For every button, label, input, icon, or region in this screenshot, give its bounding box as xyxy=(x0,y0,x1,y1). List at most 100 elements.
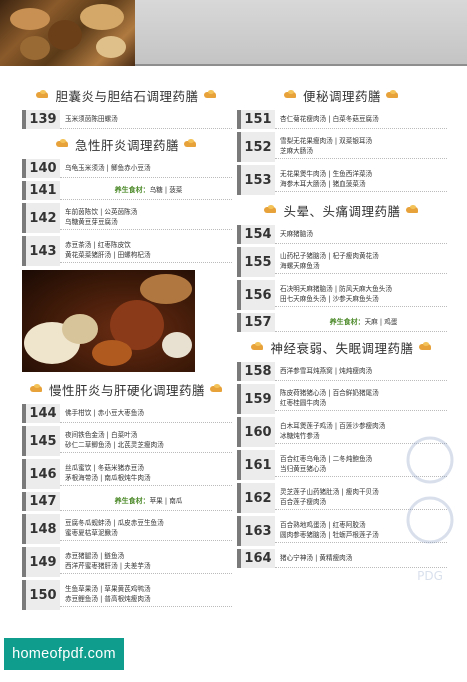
recipe-line: 赤豆茶汤 | 红枣陈皮饮 xyxy=(65,241,131,249)
entry-row: 148 豆腐冬瓜蚬蚌汤 | 瓜皮赤豆生鱼汤 蜜枣夏枯草泥鳅汤 xyxy=(22,514,232,544)
entry-row: 139 玉米须茵陈田螺汤 xyxy=(22,110,232,129)
entry-row: 141 养生食材： 乌糖 | 菠菜 xyxy=(22,181,232,200)
page-number: 145 xyxy=(22,426,60,456)
recipe-line: 海螺天麻鱼汤 xyxy=(280,262,320,270)
page-number: 163 xyxy=(237,516,275,546)
recipe-line: 蜜枣夏枯草泥鳅汤 xyxy=(65,529,118,537)
section-title-insomnia: 神经衰弱、失眠调理药膳 xyxy=(237,336,447,358)
page-number: 154 xyxy=(237,225,275,244)
soup-pot-photo xyxy=(22,270,195,372)
entry-row: 150 生鱼草果汤 | 草果黄芪鸡鸭汤 赤豆鲤鱼汤 | 普高根炖瘦肉汤 xyxy=(22,580,232,610)
gourd-ornament-icon xyxy=(209,384,225,394)
recipe-line: 芝麻大肠汤 xyxy=(280,147,313,155)
page-number: 158 xyxy=(237,362,275,381)
gourd-ornament-icon xyxy=(418,342,434,352)
page-number: 149 xyxy=(22,547,60,577)
gourd-ornament-icon xyxy=(405,205,421,215)
page-number: 164 xyxy=(237,549,275,568)
left-column: 胆囊炎与胆结石调理药膳 139 玉米须茵陈田螺汤 急性肝炎调理药膳 140 乌龟… xyxy=(22,80,232,613)
entry-row: 149 赤豆猪腿汤 | 鲢鱼汤西洋芹蜜枣猪肝汤 | 夫差芋汤 xyxy=(22,547,232,577)
recipe-line: 豆腐冬瓜蚬蚌汤 | 瓜皮赤豆生鱼汤 xyxy=(65,519,164,527)
gourd-ornament-icon xyxy=(55,139,71,149)
header-gray-band xyxy=(135,0,467,66)
herbal-ingredients-photo xyxy=(0,0,135,66)
gourd-ornament-icon xyxy=(385,90,401,100)
page-number: 153 xyxy=(237,165,275,195)
entry-row: 146 丝瓜蜜饮 | 冬菇米猪赤豆汤 茅根海带汤 | 南瓜根炖牛肉汤 xyxy=(22,459,232,489)
special-foods: 苹果 | 南瓜 xyxy=(149,496,183,505)
header-banner xyxy=(0,0,467,66)
entry-row: 145 夜间铁色金汤 | 白菜叶汤 砂仁二草鲫鱼汤 | 北芪灵芝瘦肉汤 xyxy=(22,426,232,456)
recipe-line: 山药杞子猪脑汤 | 杞子瘦肉黄花汤 xyxy=(280,252,379,260)
recipe-line: 生鱼草果汤 | 草果黄芪鸡鸭汤 xyxy=(65,585,151,593)
recipe-line: 西洋参雪耳炖燕窝 | 炖炖瘦肉汤 xyxy=(280,366,373,375)
page-number: 150 xyxy=(22,580,60,610)
recipe-line: 佛手柑饮 | 赤小豆大枣鱼汤 xyxy=(65,408,144,417)
entry-row: 157 养生食材： 天麻 | 鸡蛋 xyxy=(237,313,447,332)
page-number: 159 xyxy=(237,384,275,414)
page-number: 139 xyxy=(22,110,60,129)
section-title-acute-hepatitis: 急性肝炎调理药膳 xyxy=(22,133,232,155)
page-number: 162 xyxy=(237,483,275,513)
gourd-ornament-icon xyxy=(203,90,219,100)
recipe-line: 天麻猪脑汤 xyxy=(280,229,313,238)
page-number: 152 xyxy=(237,132,275,162)
special-label: 养生食材： xyxy=(114,185,150,194)
entry-row: 156 石决明天麻猪脑汤 | 防风天麻大鱼头汤 田七天麻鱼头汤 | 沙参天麻鱼头汤 xyxy=(237,280,447,310)
recipe-line: 雪梨无花果瘦肉汤 | 双菜银耳汤 xyxy=(280,137,373,145)
page-number: 155 xyxy=(237,247,275,277)
recipe-line: 玉米须茵陈田螺汤 xyxy=(65,114,118,123)
page-number: 147 xyxy=(22,492,60,511)
pdg-watermark: PDG xyxy=(406,436,454,583)
recipe-line: 乌龟玉米须汤 | 鲫鱼赤小豆汤 xyxy=(65,163,151,172)
section-title-chronic-hepatitis: 慢性肝炎与肝硬化调理药膳 xyxy=(22,378,232,400)
gourd-ornament-icon xyxy=(250,342,266,352)
entry-row: 155 山药杞子猪脑汤 | 杞子瘦肉黄花汤 海螺天麻鱼汤 xyxy=(237,247,447,277)
recipe-line: 田七天麻鱼头汤 | 沙参天麻鱼头汤 xyxy=(280,295,379,303)
recipe-line: 杏仁菊花瘦肉汤 | 白菜冬菇豆腐汤 xyxy=(280,114,379,123)
page-number: 140 xyxy=(22,159,60,178)
recipe-line: 砂仁二草鲫鱼汤 | 北芪灵芝瘦肉汤 xyxy=(65,441,164,449)
page-number: 151 xyxy=(237,110,275,129)
page-number: 148 xyxy=(22,514,60,544)
gourd-ornament-icon xyxy=(183,139,199,149)
recipe-line: 赤豆猪腿汤 | 鲢鱼汤 xyxy=(65,552,125,560)
recipe-line: 赤豆鲤鱼汤 | 普高根炖瘦肉汤 xyxy=(65,595,151,603)
special-foods: 天麻 | 鸡蛋 xyxy=(364,317,398,326)
recipe-line: 无花果煲牛肉汤 | 生鱼西洋菜汤 xyxy=(280,170,373,178)
entry-row: 159 陈皮荷猪猪心汤 | 百合鲜奶猪尾汤 红枣桂圆牛肉汤 xyxy=(237,384,447,414)
entry-row: 147 养生食材： 苹果 | 南瓜 xyxy=(22,492,232,511)
site-logo-text: homeofpdf.com xyxy=(12,646,116,662)
special-foods: 乌糖 | 菠菜 xyxy=(149,185,183,194)
page-number: 156 xyxy=(237,280,275,310)
entry-row: 153 无花果煲牛肉汤 | 生鱼西洋菜汤 海参木耳大肠汤 | 猪血菠菜汤 xyxy=(237,165,447,195)
entry-row: 152 雪梨无花果瘦肉汤 | 双菜银耳汤 芝麻大肠汤 xyxy=(237,132,447,162)
special-label: 养生食材： xyxy=(114,496,150,505)
gourd-ornament-icon xyxy=(35,90,51,100)
entry-row: 144 佛手柑饮 | 赤小豆大枣鱼汤 xyxy=(22,404,232,423)
watermark-text: PDG xyxy=(417,569,443,583)
recipe-line: 乌糖黄豆芽豆腐汤 xyxy=(65,218,118,226)
entry-row: 158 西洋参雪耳炖燕窝 | 炖炖瘦肉汤 xyxy=(237,362,447,381)
recipe-line: 红枣桂圆牛肉汤 xyxy=(280,399,327,407)
section-title-constipation: 便秘调理药膳 xyxy=(237,84,447,106)
gourd-ornament-icon xyxy=(283,90,299,100)
recipe-line: 丝瓜蜜饮 | 冬菇米猪赤豆汤 xyxy=(65,464,144,472)
entry-row: 143 赤豆茶汤 | 红枣陈皮饮黄花菜菜猪肝汤 | 田螺枸杞汤 xyxy=(22,236,232,266)
page-number: 143 xyxy=(22,236,60,266)
page-number: 161 xyxy=(237,450,275,480)
page-number: 160 xyxy=(237,417,275,447)
page-number: 157 xyxy=(237,313,275,332)
entry-row: 151 杏仁菊花瘦肉汤 | 白菜冬菇豆腐汤 xyxy=(237,110,447,129)
recipe-line: 陈皮荷猪猪心汤 | 百合鲜奶猪尾汤 xyxy=(280,389,379,397)
page-number: 141 xyxy=(22,181,60,200)
entry-row: 142 车前茵陈饮 | 公英茵陈汤 乌糖黄豆芽豆腐汤 xyxy=(22,203,232,233)
gourd-ornament-icon xyxy=(29,384,45,394)
gourd-ornament-icon xyxy=(263,205,279,215)
entry-row: 140 乌龟玉米须汤 | 鲫鱼赤小豆汤 xyxy=(22,159,232,178)
recipe-line: 石决明天麻猪脑汤 | 防风天麻大鱼头汤 xyxy=(280,285,392,293)
site-logo: homeofpdf.com xyxy=(4,638,124,670)
recipe-line: 西洋芹蜜枣猪肝汤 | 夫差芋汤 xyxy=(65,562,151,570)
recipe-line: 车前茵陈饮 | 公英茵陈汤 xyxy=(65,208,138,216)
recipe-line: 黄花菜菜猪肝汤 | 田螺枸杞汤 xyxy=(65,251,151,259)
